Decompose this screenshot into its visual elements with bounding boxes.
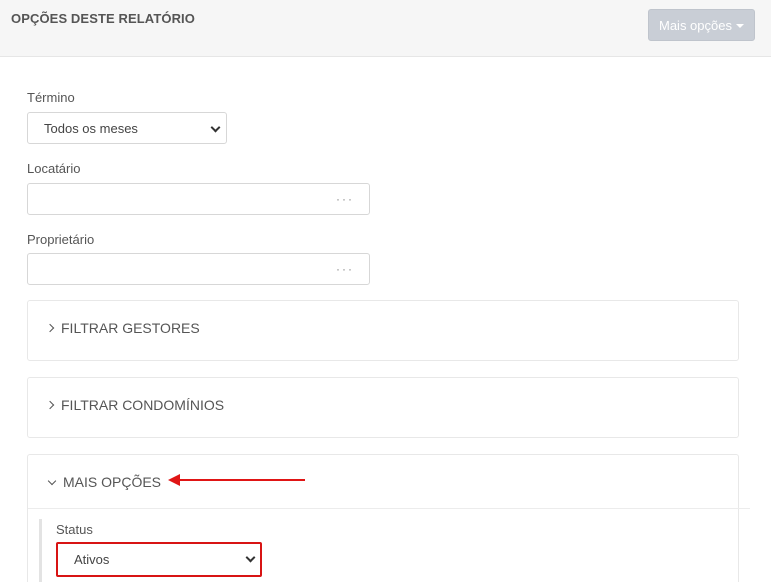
panel-toggle-filtrar-condominios[interactable]: FILTRAR CONDOMÍNIOS <box>45 397 225 413</box>
more-options-label: Mais opções <box>659 17 732 33</box>
status-label: Status <box>56 522 93 537</box>
lookup-ellipsis-icon[interactable]: ··· <box>336 262 354 276</box>
panel-title: FILTRAR CONDOMÍNIOS <box>61 397 225 413</box>
termino-select[interactable]: Todos os meses <box>27 112 227 144</box>
report-options-header: OPÇÕES DESTE RELATÓRIO Mais opções <box>0 0 771 57</box>
indent-bar <box>39 519 42 582</box>
chevron-down-icon <box>210 122 221 133</box>
panel-toggle-mais-opcoes[interactable]: MAIS OPÇÕES <box>47 474 162 490</box>
panel-filtrar-gestores: FILTRAR GESTORES <box>27 300 739 361</box>
chevron-right-icon <box>45 323 55 333</box>
annotation-arrow-line <box>178 479 305 481</box>
annotation-highlight-box <box>56 542 262 577</box>
locatario-field[interactable]: ··· <box>27 183 370 215</box>
termino-selected-value: Todos os meses <box>44 120 138 136</box>
more-options-button[interactable]: Mais opções <box>648 9 755 41</box>
panel-filtrar-condominios: FILTRAR CONDOMÍNIOS <box>27 377 739 438</box>
annotation-arrow-head-icon <box>168 474 180 486</box>
panel-toggle-filtrar-gestores[interactable]: FILTRAR GESTORES <box>45 320 200 336</box>
proprietario-field[interactable]: ··· <box>27 253 370 285</box>
termino-label: Término <box>27 90 75 105</box>
divider <box>28 508 750 509</box>
proprietario-label: Proprietário <box>27 232 95 247</box>
panel-title: FILTRAR GESTORES <box>61 320 200 336</box>
chevron-down-icon <box>47 476 57 485</box>
locatario-label: Locatário <box>27 161 81 176</box>
lookup-ellipsis-icon[interactable]: ··· <box>336 192 354 206</box>
chevron-right-icon <box>45 400 55 410</box>
page-title: OPÇÕES DESTE RELATÓRIO <box>11 11 195 26</box>
panel-title: MAIS OPÇÕES <box>63 474 162 490</box>
caret-down-icon <box>735 24 744 28</box>
